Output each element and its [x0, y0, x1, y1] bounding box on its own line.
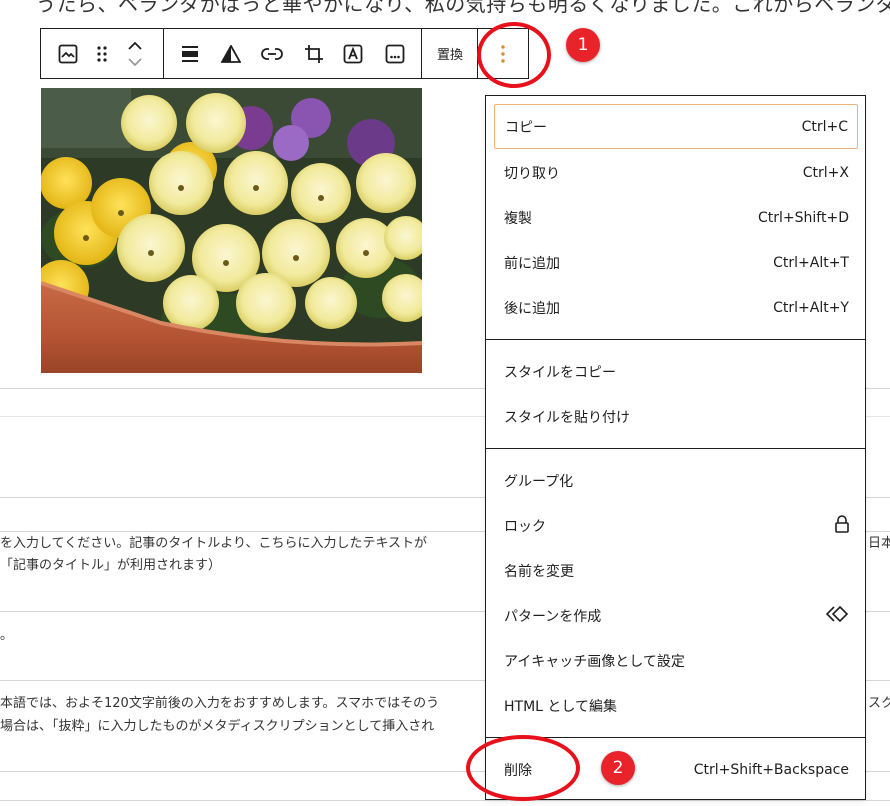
- menu-item-group[interactable]: グループ化: [494, 458, 858, 503]
- meta-description-help-right: スクリ: [868, 696, 890, 711]
- menu-item-copy[interactable]: コピー Ctrl+C: [494, 104, 858, 149]
- menu-item-paste-styles[interactable]: スタイルを貼り付け: [494, 394, 858, 439]
- menu-item-set-featured-image[interactable]: アイキャッチ画像として設定: [494, 638, 858, 683]
- image-icon[interactable]: [55, 29, 81, 78]
- menu-item-shortcut: Ctrl+X: [802, 164, 849, 181]
- text-overlay-icon[interactable]: [340, 29, 366, 78]
- excerpt-help-text: 「記事のタイトル」が利用されます）: [0, 558, 222, 573]
- menu-item-shortcut: Ctrl+Alt+Y: [773, 299, 849, 316]
- menu-item-shortcut: Ctrl+Alt+T: [773, 254, 849, 271]
- menu-item-label: 名前を変更: [504, 563, 574, 580]
- excerpt-help-text: を入力してください。記事のタイトルより、こちらに入力したテキストが: [0, 536, 428, 551]
- meta-description-help: 場合は、「抜粋」に入力したものがメタディスクリプションとして挿入され: [0, 719, 435, 734]
- pansy-photo[interactable]: [41, 88, 422, 373]
- menu-separator: [486, 448, 865, 449]
- menu-item-label: スタイルをコピー: [504, 364, 616, 381]
- link-icon[interactable]: [259, 29, 285, 78]
- annotation-badge-1: 1: [566, 28, 600, 62]
- menu-item-label: コピー: [505, 119, 547, 136]
- annotation-circle-delete: [466, 735, 580, 801]
- pattern-diamond-icon: [825, 605, 849, 626]
- menu-separator: [486, 339, 865, 340]
- menu-item-rename[interactable]: 名前を変更: [494, 548, 858, 593]
- menu-item-insert-after[interactable]: 後に追加 Ctrl+Alt+Y: [494, 285, 858, 330]
- block-toolbar: 置換: [40, 28, 529, 79]
- lock-icon: [835, 514, 849, 537]
- menu-item-label: HTML として編集: [504, 698, 617, 715]
- replace-button[interactable]: 置換: [429, 29, 471, 78]
- menu-item-duplicate[interactable]: 複製 Ctrl+Shift+D: [494, 195, 858, 240]
- menu-item-label: グループ化: [504, 473, 574, 490]
- menu-item-label: アイキャッチ画像として設定: [504, 653, 685, 670]
- menu-item-label: 複製: [504, 210, 532, 227]
- menu-item-label: スタイルを貼り付け: [504, 409, 630, 426]
- block-options-menu: コピー Ctrl+C 切り取り Ctrl+X 複製 Ctrl+Shift+D 前…: [485, 95, 866, 800]
- crop-icon[interactable]: [301, 29, 327, 78]
- divider: [0, 800, 890, 801]
- excerpt-help-text-right: 日本語: [868, 536, 890, 551]
- align-icon[interactable]: [178, 29, 202, 78]
- menu-item-label: ロック: [504, 518, 546, 535]
- alt-text-icon[interactable]: [382, 29, 408, 78]
- menu-item-label: 後に追加: [504, 300, 560, 317]
- menu-item-label: 切り取り: [504, 165, 560, 182]
- toolbar-separator: [421, 29, 422, 78]
- menu-item-shortcut: Ctrl+Shift+Backspace: [693, 761, 849, 778]
- menu-item-shortcut: Ctrl+C: [801, 118, 848, 135]
- replace-label: 置換: [436, 48, 463, 63]
- menu-item-shortcut: Ctrl+Shift+D: [758, 209, 849, 226]
- menu-item-insert-before[interactable]: 前に追加 Ctrl+Alt+T: [494, 240, 858, 285]
- paragraph-text-top: うたら、ベランダがぱっと華やかになり、私の気持ちも明るくなりました。これからベラ…: [36, 0, 890, 16]
- annotation-badge-2: 2: [601, 751, 635, 785]
- menu-item-copy-styles[interactable]: スタイルをコピー: [494, 349, 858, 394]
- menu-item-create-pattern[interactable]: パターンを作成: [494, 593, 858, 638]
- menu-item-cut[interactable]: 切り取り Ctrl+X: [494, 150, 858, 195]
- menu-item-label: パターンを作成: [504, 608, 602, 625]
- description-text: 。: [0, 628, 14, 643]
- menu-item-edit-as-html[interactable]: HTML として編集: [494, 683, 858, 728]
- duotone-filter-icon[interactable]: [219, 29, 243, 78]
- toolbar-separator: [163, 29, 164, 78]
- menu-item-lock[interactable]: ロック: [494, 503, 858, 548]
- annotation-circle-options: [477, 22, 551, 88]
- menu-item-label: 前に追加: [504, 255, 560, 272]
- drag-handle-icon[interactable]: [91, 29, 113, 78]
- meta-description-help: 本語では、およそ120文字前後の入力をおすすめします。スマホではそのう: [0, 696, 440, 711]
- move-up-down-icon[interactable]: [124, 29, 146, 78]
